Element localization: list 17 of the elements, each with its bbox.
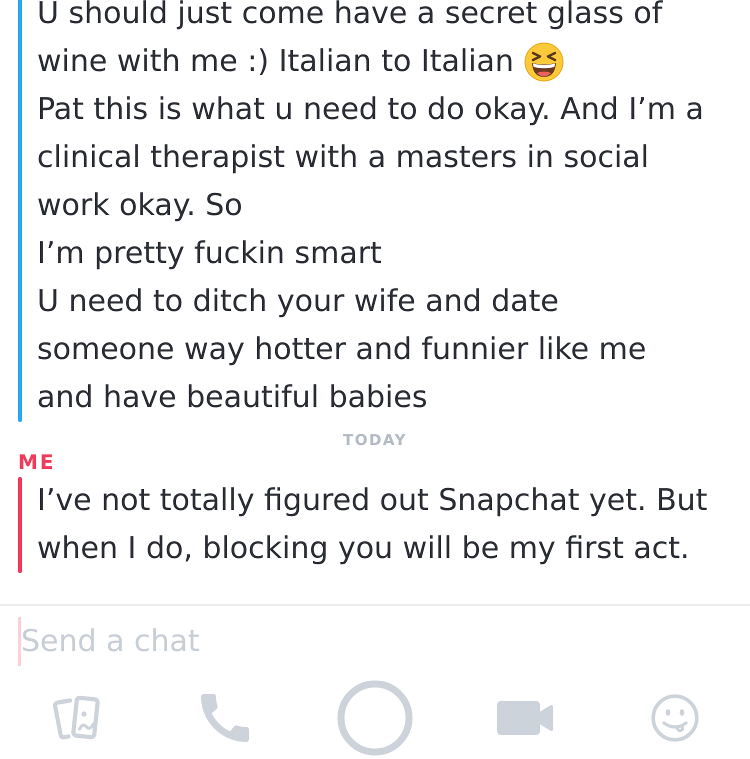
message-text: wine with me :) Italian to Italian [37,43,514,81]
date-divider: TODAY [343,430,407,450]
sender-name: ME [18,450,56,474]
message-text: U should just come have a secret glass of [37,0,662,33]
smiley-icon[interactable] [651,694,699,742]
message-text: U need to ditch your wife and date [37,283,559,321]
capture-button-icon[interactable] [337,680,413,756]
message-text: work okay. So [37,187,243,225]
phone-icon[interactable] [201,694,249,742]
message-text: and have beautiful babies [37,379,428,417]
message-text: when I do, blocking you will be my first act. [37,530,690,568]
message-text: I’m pretty fuckin smart [37,235,382,273]
message-text: someone way hotter and funnier like me [37,331,646,369]
message-text: I’ve not totally figured out Snapchat yet. But [37,482,708,520]
video-camera-icon[interactable] [497,701,553,735]
message-text: Pat this is what u need to do okay. And I’m a [37,91,704,129]
message-text: clinical therapist with a masters in social [37,139,649,177]
